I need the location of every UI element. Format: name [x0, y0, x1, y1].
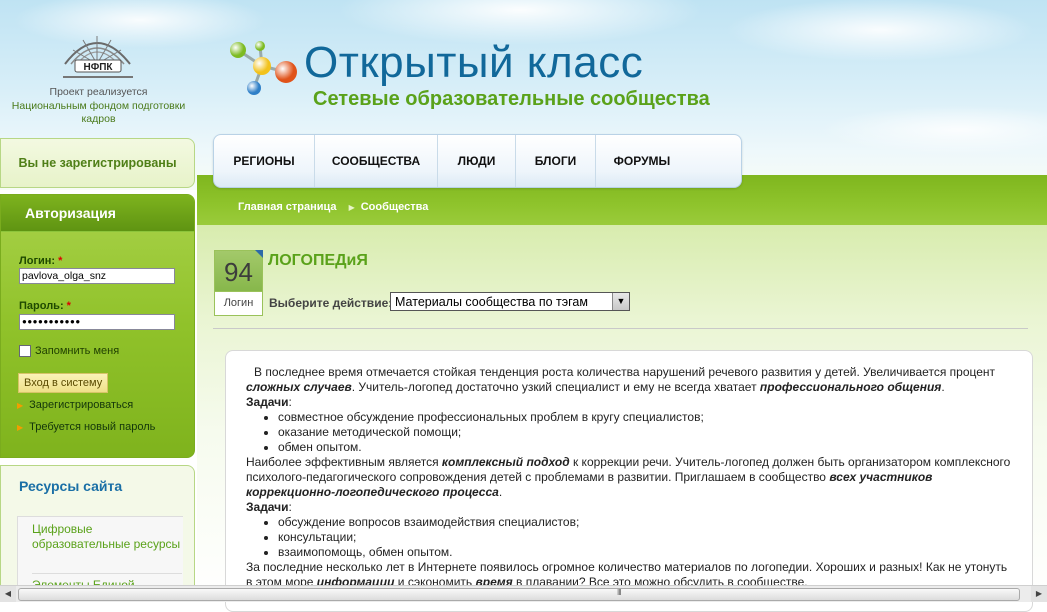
- password-label: Пароль: *: [19, 300, 71, 312]
- breadcrumb-home[interactable]: Главная страница: [238, 201, 337, 213]
- community-description-card: В последнее время отмечается стойкая тен…: [225, 350, 1033, 612]
- tasks-label: Задачи: [246, 500, 289, 514]
- nfpk-caption-line2[interactable]: Национальным фондом подготовки кадров: [12, 100, 185, 126]
- divider: [213, 328, 1028, 329]
- site-subtitle: Сетевые образовательные сообщества: [313, 88, 710, 110]
- intro-emphasis: профессионального общения: [759, 380, 942, 394]
- arrow-right-icon: ▶: [17, 400, 24, 410]
- new-password-link[interactable]: ▶ Требуется новый пароль: [17, 421, 155, 433]
- auth-panel: Авторизация Логин: * pavlova_olga_snz Па…: [0, 194, 195, 458]
- password-label-text: Пароль:: [19, 300, 64, 312]
- molecule-logo-icon: [230, 41, 297, 95]
- tasks-heading: Задачи:: [246, 395, 1016, 410]
- community-count-box: 94 Логин: [214, 250, 263, 316]
- resource-item-digital[interactable]: Цифровые образовательные ресурсы: [32, 522, 182, 552]
- approach-text: .: [498, 485, 503, 499]
- nfpk-caption: Проект реализуется Национальным фондом п…: [0, 86, 197, 127]
- intro-paragraph: В последнее время отмечается стойкая тен…: [246, 365, 1016, 395]
- breadcrumb-current[interactable]: Сообщества: [361, 201, 429, 213]
- resources-title: Ресурсы сайта: [19, 478, 123, 494]
- remember-label: Запомнить меня: [35, 345, 120, 357]
- required-mark: *: [66, 300, 71, 312]
- breadcrumb-separator-icon: ▶: [348, 202, 355, 212]
- login-input[interactable]: pavlova_olga_snz: [19, 268, 175, 284]
- password-input[interactable]: ●●●●●●●●●●●: [19, 314, 175, 330]
- intro-text: .: [941, 380, 945, 394]
- tasks-colon: :: [288, 395, 292, 409]
- nav-item-blogs[interactable]: БЛОГИ: [516, 135, 596, 187]
- login-label: Логин: *: [19, 255, 62, 267]
- nfpk-caption-line1: Проект реализуется: [49, 86, 148, 98]
- chevron-down-icon[interactable]: ▼: [612, 293, 629, 310]
- nav-item-forums[interactable]: ФОРУМЫ: [596, 135, 688, 187]
- remember-me[interactable]: Запомнить меня: [19, 345, 119, 357]
- auth-title: Авторизация: [1, 195, 194, 232]
- corner-flag-icon: [255, 250, 263, 258]
- community-count-label[interactable]: Логин: [215, 291, 262, 314]
- community-description: В последнее время отмечается стойкая тен…: [246, 365, 1016, 590]
- action-select[interactable]: Материалы сообщества по тэгам ▼: [390, 292, 630, 311]
- nav-item-regions[interactable]: РЕГИОНЫ: [214, 135, 315, 187]
- intro-text: . Учитель-логопед достаточно узкий специ…: [351, 380, 760, 394]
- list-item: взаимопомощь, обмен опытом.: [278, 545, 1016, 560]
- tasks-heading: Задачи:: [246, 500, 1016, 515]
- list-item: консультации;: [278, 530, 1016, 545]
- login-button[interactable]: Вход в систему: [18, 373, 109, 393]
- intro-emphasis: сложных случаев: [246, 380, 352, 394]
- approach-paragraph: Наиболее эффективным является комплексны…: [246, 455, 1016, 500]
- nfpk-logo[interactable]: НФПК: [55, 28, 140, 84]
- approach-emphasis: комплексный подход: [441, 455, 570, 469]
- login-label-text: Логин:: [19, 255, 56, 267]
- register-link-text[interactable]: Зарегистрироваться: [29, 399, 133, 411]
- resources-panel: Ресурсы сайта Цифровые образовательные р…: [0, 465, 195, 602]
- not-registered-box: Вы не зарегистрированы: [0, 138, 195, 188]
- main-nav: РЕГИОНЫ СООБЩЕСТВА ЛЮДИ БЛОГИ ФОРУМЫ: [213, 134, 742, 188]
- register-link[interactable]: ▶ Зарегистрироваться: [17, 399, 133, 411]
- nav-item-people[interactable]: ЛЮДИ: [438, 135, 516, 187]
- nfpk-logo-text: НФПК: [83, 62, 113, 73]
- required-mark: *: [58, 255, 63, 267]
- breadcrumb: Главная страница ▶ Сообщества: [238, 201, 428, 213]
- arrow-right-icon: ▶: [17, 422, 24, 432]
- approach-text: Наиболее эффективным является: [246, 455, 442, 469]
- action-label: Выберите действие:: [269, 296, 393, 310]
- remember-checkbox[interactable]: [19, 345, 31, 357]
- list-item: совместное обсуждение профессиональных п…: [278, 410, 1016, 425]
- scroll-right-icon[interactable]: ▶: [1031, 586, 1047, 602]
- tasks-list-2: обсуждение вопросов взаимодействия специ…: [246, 515, 1016, 560]
- scrollbar-grip: III: [617, 588, 622, 597]
- list-item: обсуждение вопросов взаимодействия специ…: [278, 515, 1016, 530]
- list-item: обмен опытом.: [278, 440, 1016, 455]
- intro-text: В последнее время отмечается стойкая тен…: [254, 365, 996, 379]
- nav-item-communities[interactable]: СООБЩЕСТВА: [315, 135, 438, 187]
- tasks-label: Задачи: [246, 395, 289, 409]
- list-item: оказание методической помощи;: [278, 425, 1016, 440]
- action-select-value: Материалы сообщества по тэгам: [395, 295, 588, 309]
- scroll-left-icon[interactable]: ◀: [0, 586, 16, 602]
- new-password-link-text[interactable]: Требуется новый пароль: [29, 421, 155, 433]
- horizontal-scrollbar[interactable]: ◀ III ▶: [0, 585, 1047, 602]
- tasks-list-1: совместное обсуждение профессиональных п…: [246, 410, 1016, 455]
- community-title: ЛОГОПЕДиЯ: [268, 252, 368, 269]
- tasks-colon: :: [288, 500, 292, 514]
- site-title[interactable]: Открытый класс: [304, 38, 643, 88]
- not-registered-text: Вы не зарегистрированы: [18, 156, 177, 170]
- scrollbar-thumb[interactable]: [18, 588, 1020, 601]
